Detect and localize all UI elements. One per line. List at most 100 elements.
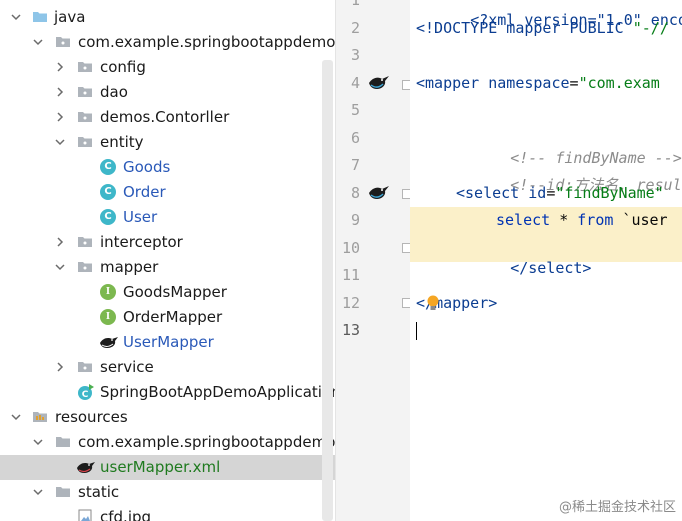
tree-item-usermapper-xml[interactable]: userMapper.xml xyxy=(0,455,335,480)
interface-icon: I xyxy=(100,309,116,325)
folder-icon xyxy=(56,437,70,447)
tree-item-goods-mapper[interactable]: I GoodsMapper xyxy=(0,280,335,305)
tree-item-label: java xyxy=(54,8,86,26)
mybatis-bird-icon[interactable] xyxy=(368,73,390,91)
tree-item-label: GoodsMapper xyxy=(123,283,227,301)
line-number: 1 xyxy=(350,0,360,9)
package-folder-icon xyxy=(78,362,92,372)
code-editor[interactable]: <?xml version="1.0" encoding <!DOCTYPE m… xyxy=(410,0,682,521)
tree-item-goods[interactable]: C Goods xyxy=(0,155,335,180)
ide-window: java com.example.springbootappdemo confi… xyxy=(0,0,682,521)
tree-item-package-root[interactable]: com.example.springbootappdemo xyxy=(0,30,335,55)
line-number: 4 xyxy=(350,74,360,92)
tree-item-resources[interactable]: resources xyxy=(0,405,335,430)
code-token: * xyxy=(550,211,578,229)
line-number: 13 xyxy=(341,321,360,339)
code-line-2: <!DOCTYPE mapper PUBLIC "-// xyxy=(416,18,669,38)
code-line-8: <select id="findByName" xyxy=(456,183,664,203)
tree-item-application[interactable]: C SpringBootAppDemoApplication xyxy=(0,380,335,405)
chevron-right-icon[interactable] xyxy=(54,111,66,123)
tree-item-label: static xyxy=(78,483,120,501)
line-number: 9 xyxy=(350,211,360,229)
chevron-right-icon[interactable] xyxy=(54,61,66,73)
tree-item-demos-controller[interactable]: demos.Contorller xyxy=(0,105,335,130)
tree-item-label: userMapper.xml xyxy=(100,458,221,476)
chevron-down-icon[interactable] xyxy=(10,411,22,423)
tree-item-order-mapper[interactable]: I OrderMapper xyxy=(0,305,335,330)
tree-item-label: OrderMapper xyxy=(123,308,223,326)
line-number: 8 xyxy=(350,184,360,202)
tree-item-entity[interactable]: entity xyxy=(0,130,335,155)
chevron-right-icon[interactable] xyxy=(54,86,66,98)
mybatis-bird-icon xyxy=(100,337,118,348)
watermark: @稀土掘金技术社区 xyxy=(558,500,676,515)
tree-item-service[interactable]: service xyxy=(0,355,335,380)
svg-text:C: C xyxy=(82,390,89,400)
tree-item-user-mapper[interactable]: UserMapper xyxy=(0,330,335,355)
chevron-down-icon[interactable] xyxy=(10,11,22,23)
class-icon: C xyxy=(100,184,116,200)
folder-icon xyxy=(56,487,70,497)
spring-boot-class-icon: C xyxy=(78,384,94,400)
package-folder-icon xyxy=(56,37,70,47)
tree-item-label: dao xyxy=(100,83,128,101)
chevron-right-icon[interactable] xyxy=(54,361,66,373)
mybatis-bird-icon[interactable] xyxy=(368,183,390,201)
tree-item-label: com.example.springbootappdemo. xyxy=(78,433,335,451)
code-token: = xyxy=(569,74,579,92)
line-number: 5 xyxy=(350,101,360,119)
source-folder-icon xyxy=(33,12,47,22)
chevron-down-icon[interactable] xyxy=(32,36,44,48)
code-token: id xyxy=(528,184,547,202)
bulb-icon[interactable] xyxy=(426,294,440,312)
line-number: 3 xyxy=(350,46,360,64)
text-caret xyxy=(416,322,417,340)
chevron-down-icon[interactable] xyxy=(54,136,66,148)
tree-item-label: entity xyxy=(100,133,144,151)
tree-item-order[interactable]: C Order xyxy=(0,180,335,205)
line-number: 12 xyxy=(341,294,360,312)
chevron-right-icon[interactable] xyxy=(54,236,66,248)
package-folder-icon xyxy=(78,237,92,247)
code-token: from xyxy=(577,211,614,229)
code-line-9: select * from `user xyxy=(496,210,668,230)
tree-scrollbar[interactable] xyxy=(322,60,333,521)
code-token: mapper> xyxy=(434,294,498,312)
line-number: 6 xyxy=(350,129,360,147)
code-token: "findByName" xyxy=(555,184,664,202)
tree-item-label: Order xyxy=(123,183,166,201)
class-icon: C xyxy=(100,209,116,225)
package-folder-icon xyxy=(78,62,92,72)
code-line-10: </select> xyxy=(456,238,591,298)
tree-item-config[interactable]: config xyxy=(0,55,335,80)
chevron-down-icon[interactable] xyxy=(54,261,66,273)
tree-item-java[interactable]: java xyxy=(0,5,335,30)
code-token: <mapper xyxy=(416,74,489,92)
package-folder-icon xyxy=(78,87,92,97)
tree-item-label: config xyxy=(100,58,146,76)
tree-item-dao[interactable]: dao xyxy=(0,80,335,105)
tree-item-label: User xyxy=(123,208,158,226)
code-token: "-// xyxy=(632,19,669,37)
tree-item-user[interactable]: C User xyxy=(0,205,335,230)
package-folder-icon xyxy=(78,262,92,272)
tree-item-mapper[interactable]: mapper xyxy=(0,255,335,280)
line-number: 2 xyxy=(350,19,360,37)
code-token: select xyxy=(496,211,551,229)
chevron-down-icon[interactable] xyxy=(32,486,44,498)
code-token: namespace xyxy=(488,74,570,92)
tree-item-label: demos.Contorller xyxy=(100,108,230,126)
tree-item-label: com.example.springbootappdemo xyxy=(78,33,335,51)
tree-item-resources-package[interactable]: com.example.springbootappdemo. xyxy=(0,430,335,455)
code-token: = xyxy=(546,184,556,202)
tree-item-label: SpringBootAppDemoApplication xyxy=(100,383,335,401)
code-token: <select xyxy=(456,184,529,202)
chevron-down-icon[interactable] xyxy=(32,436,44,448)
tree-item-label: mapper xyxy=(100,258,159,276)
line-number: 7 xyxy=(350,156,360,174)
editor-gutter: 1 2 3 4 5 6 7 8 9 10 11 12 13 xyxy=(335,0,412,521)
tree-item-cfd-jpg[interactable]: cfd.jpg xyxy=(0,505,335,521)
project-tree: java com.example.springbootappdemo confi… xyxy=(0,0,335,521)
tree-item-interceptor[interactable]: interceptor xyxy=(0,230,335,255)
tree-item-static[interactable]: static xyxy=(0,480,335,505)
